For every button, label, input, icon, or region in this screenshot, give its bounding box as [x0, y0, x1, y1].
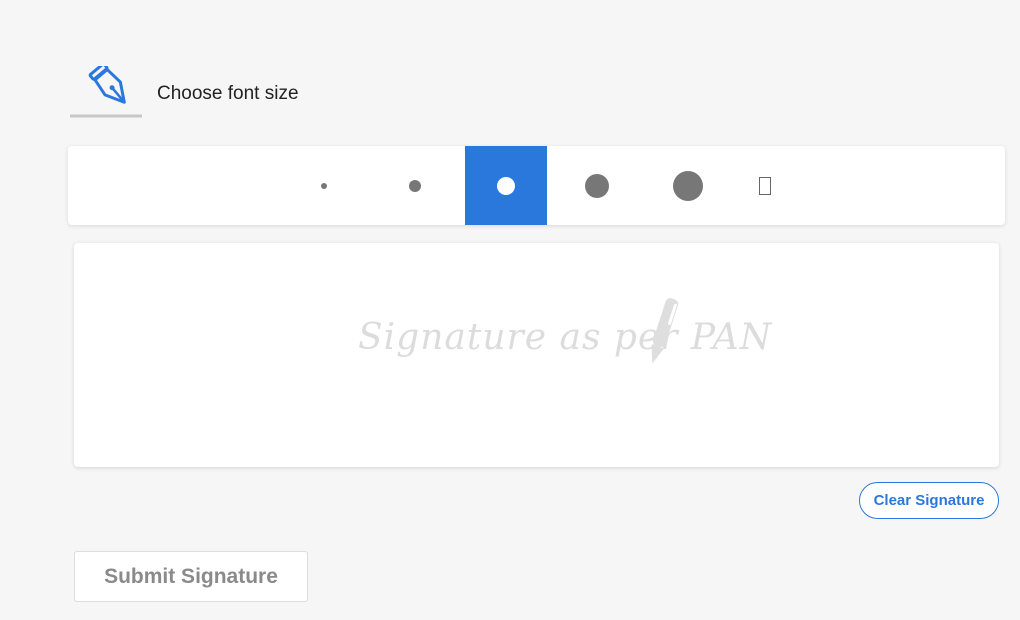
font-size-option-5[interactable] — [647, 146, 729, 225]
clear-signature-button[interactable]: Clear Signature — [859, 482, 999, 519]
signature-page: Choose font size Signature as per PAN Cl… — [0, 0, 1020, 620]
size-dot-icon — [497, 176, 515, 195]
size-dot-icon — [321, 182, 327, 189]
signature-pad[interactable]: Signature as per PAN — [74, 243, 999, 467]
font-size-header: Choose font size — [70, 66, 370, 120]
size-dot-icon — [409, 179, 421, 192]
pen-nib-icon — [70, 66, 142, 118]
font-size-option-1[interactable] — [283, 146, 365, 225]
page-title: Choose font size — [157, 83, 299, 104]
size-dot-icon — [585, 173, 609, 198]
pen-icon — [651, 298, 679, 364]
submit-signature-button[interactable]: Submit Signature — [74, 551, 308, 602]
font-size-selector — [68, 146, 1005, 225]
font-size-option-4[interactable] — [556, 146, 638, 225]
font-size-option-3[interactable] — [465, 146, 547, 225]
size-dot-icon — [673, 170, 703, 201]
missing-glyph-icon — [759, 176, 771, 195]
signature-placeholder: Signature as per PAN — [358, 317, 773, 358]
font-size-option-2[interactable] — [374, 146, 456, 225]
font-size-option-6[interactable] — [724, 146, 806, 225]
